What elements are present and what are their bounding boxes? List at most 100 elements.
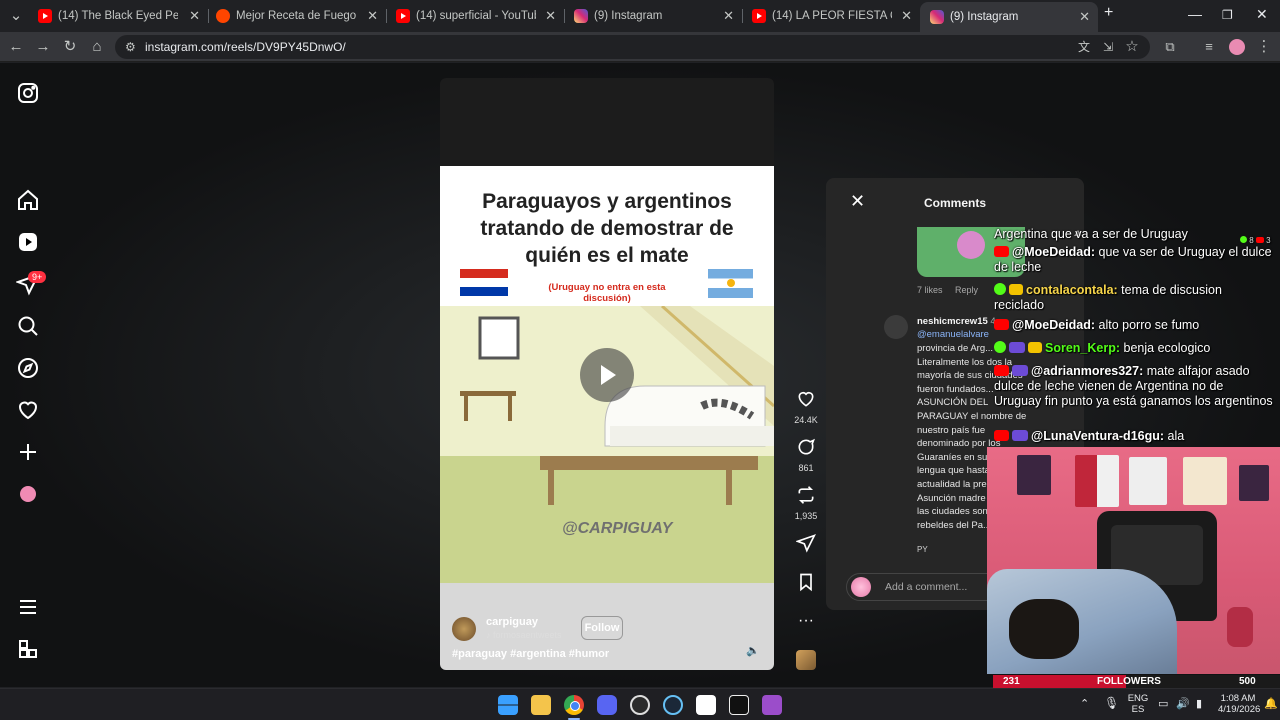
comment-button[interactable]: 861: [793, 437, 819, 473]
comment-likes[interactable]: 7 likes: [917, 285, 943, 295]
commenter-username[interactable]: neshicmcrew15 4: [917, 316, 996, 327]
discord-icon[interactable]: [597, 695, 617, 715]
play-button[interactable]: [580, 348, 634, 402]
close-tab-icon[interactable]: ✕: [723, 8, 734, 24]
home-icon[interactable]: [16, 188, 40, 212]
site-info-icon[interactable]: ⚙: [125, 40, 136, 54]
reels-icon[interactable]: [16, 230, 40, 254]
profile-avatar[interactable]: [16, 482, 40, 506]
like-count: 24.4K: [794, 415, 818, 425]
chat-user: Soren_Kerp:: [1045, 341, 1121, 355]
tab-5[interactable]: (14) LA PEOR FIESTA QUE HE ID ✕: [742, 4, 920, 28]
close-tab-icon[interactable]: ✕: [901, 8, 912, 24]
badge-icon: [1012, 430, 1028, 441]
comment-count: 861: [798, 463, 814, 473]
instagram-logo-icon[interactable]: [16, 81, 40, 105]
explore-icon[interactable]: [16, 356, 40, 380]
network-icon[interactable]: ▭: [1158, 697, 1168, 710]
media-control-icon[interactable]: ≡: [1199, 37, 1219, 57]
bookmark-star-icon[interactable]: ☆: [1122, 37, 1142, 57]
reload-icon[interactable]: ↻: [60, 37, 80, 57]
tab-1[interactable]: (14) The Black Eyed Peas - Shut ✕: [28, 4, 208, 28]
extensions-icon[interactable]: ⧉: [1160, 37, 1180, 57]
restore-button[interactable]: ❐: [1222, 8, 1233, 22]
chrome-icon[interactable]: [564, 695, 584, 715]
clock-date: 4/19/2026: [1218, 704, 1261, 715]
audio-thumbnail[interactable]: [796, 650, 816, 670]
minimize-button[interactable]: —: [1188, 6, 1202, 22]
create-plus-icon[interactable]: [16, 440, 40, 464]
translate-icon[interactable]: 文: [1074, 37, 1094, 57]
comment-mention[interactable]: @emanuelalvare: [917, 329, 989, 340]
new-tab-button[interactable]: +: [1104, 4, 1113, 22]
streaming-app-icon[interactable]: [762, 695, 782, 715]
poster: [1239, 465, 1269, 501]
video-caption-title: Paraguayos y argentinos tratando de demo…: [480, 190, 734, 267]
video-watermark: @CARPIGUAY: [562, 520, 673, 537]
battery-icon[interactable]: ▮: [1196, 697, 1202, 710]
tab-2[interactable]: Mejor Receta de Fuegos Artifici ✕: [206, 4, 386, 28]
add-comment-placeholder[interactable]: Add a comment...: [885, 581, 967, 593]
more-menu-icon[interactable]: [16, 595, 40, 619]
like-button[interactable]: 24.4K: [793, 389, 819, 425]
tab-3[interactable]: (14) superficial - YouTube ✕: [386, 4, 564, 28]
notion-icon[interactable]: [696, 695, 716, 715]
repost-button[interactable]: 1,935: [793, 485, 819, 521]
forward-icon[interactable]: →: [33, 37, 53, 57]
tab-search-icon[interactable]: ⌄: [6, 6, 26, 26]
clock[interactable]: 1:08 AM 4/19/2026: [1218, 693, 1261, 715]
audio-attribution[interactable]: ♪ formosaentweets: [486, 630, 562, 640]
reel-video[interactable]: Paraguayos y argentinos tratando de demo…: [440, 78, 774, 670]
start-menu-icon[interactable]: [498, 695, 518, 715]
stream-chat-overlay: 8 3 Argentina que va a ser de Uruguay @M…: [994, 225, 1280, 447]
close-tab-icon[interactable]: ✕: [367, 8, 378, 24]
volume-icon[interactable]: 🔈: [746, 644, 760, 657]
tab-title: (9) Instagram: [594, 10, 663, 22]
argentina-flag-icon: [708, 269, 753, 298]
steam-icon[interactable]: [663, 695, 683, 715]
chat-text: ala: [1167, 429, 1185, 443]
back-icon[interactable]: ←: [6, 37, 26, 57]
reel-hashtags[interactable]: #paraguay #argentina #humor: [452, 648, 609, 660]
save-button[interactable]: [793, 572, 819, 597]
language-bottom: ES: [1131, 704, 1145, 715]
file-explorer-icon[interactable]: [531, 695, 551, 715]
obs-icon[interactable]: [630, 695, 650, 715]
browser-toolbar: ← → ↻ ⌂ ⚙ instagram.com/reels/DV9PY45Dnw…: [0, 32, 1280, 62]
microphone-icon[interactable]: 🎙: [1104, 696, 1119, 710]
apps-grid-icon[interactable]: [16, 637, 40, 661]
url-text[interactable]: instagram.com/reels/DV9PY45DnwO/: [145, 40, 346, 54]
search-icon[interactable]: [16, 314, 40, 338]
capcut-icon[interactable]: [729, 695, 749, 715]
badge-icon: [1009, 342, 1025, 353]
volume-icon[interactable]: 🔊: [1176, 697, 1190, 710]
home-icon[interactable]: ⌂: [87, 37, 107, 57]
address-bar[interactable]: ⚙ instagram.com/reels/DV9PY45DnwO/: [115, 35, 1150, 59]
video-caption-note: (Uruguay no entra en esta discusión): [548, 282, 666, 304]
language-indicator[interactable]: ENG ES: [1124, 693, 1152, 715]
install-app-icon[interactable]: ⇲: [1098, 37, 1118, 57]
close-tab-icon[interactable]: ✕: [1079, 9, 1090, 25]
menu-kebab-icon[interactable]: ⋮: [1254, 37, 1274, 57]
kick-icon: [994, 283, 1006, 295]
language-top: ENG: [1127, 693, 1149, 704]
follow-button[interactable]: Follow: [581, 616, 623, 640]
close-tab-icon[interactable]: ✕: [189, 8, 200, 24]
comment-meta: 7 likes Reply: [917, 285, 988, 295]
owner-avatar[interactable]: [452, 617, 476, 641]
profile-avatar[interactable]: [1227, 37, 1247, 57]
notifications-icon[interactable]: 🔔: [1264, 697, 1278, 710]
tab-6-active[interactable]: (9) Instagram ✕: [920, 2, 1098, 32]
tray-overflow-icon[interactable]: ⌃: [1080, 697, 1089, 710]
owner-username[interactable]: carpiguay: [486, 616, 538, 628]
close-window-button[interactable]: ✕: [1256, 6, 1268, 23]
tab-title: (14) The Black Eyed Peas - Shut: [58, 10, 178, 22]
reply-link[interactable]: Reply: [955, 285, 978, 295]
share-button[interactable]: [793, 533, 819, 558]
heart-icon[interactable]: [16, 398, 40, 422]
commenter-avatar[interactable]: [884, 315, 908, 339]
close-tab-icon[interactable]: ✕: [545, 8, 556, 24]
more-options-icon[interactable]: ···: [793, 612, 819, 630]
chat-message: @MoeDeidad: alto porro se fumo: [994, 318, 1274, 333]
tab-4[interactable]: (9) Instagram ✕: [564, 4, 742, 28]
